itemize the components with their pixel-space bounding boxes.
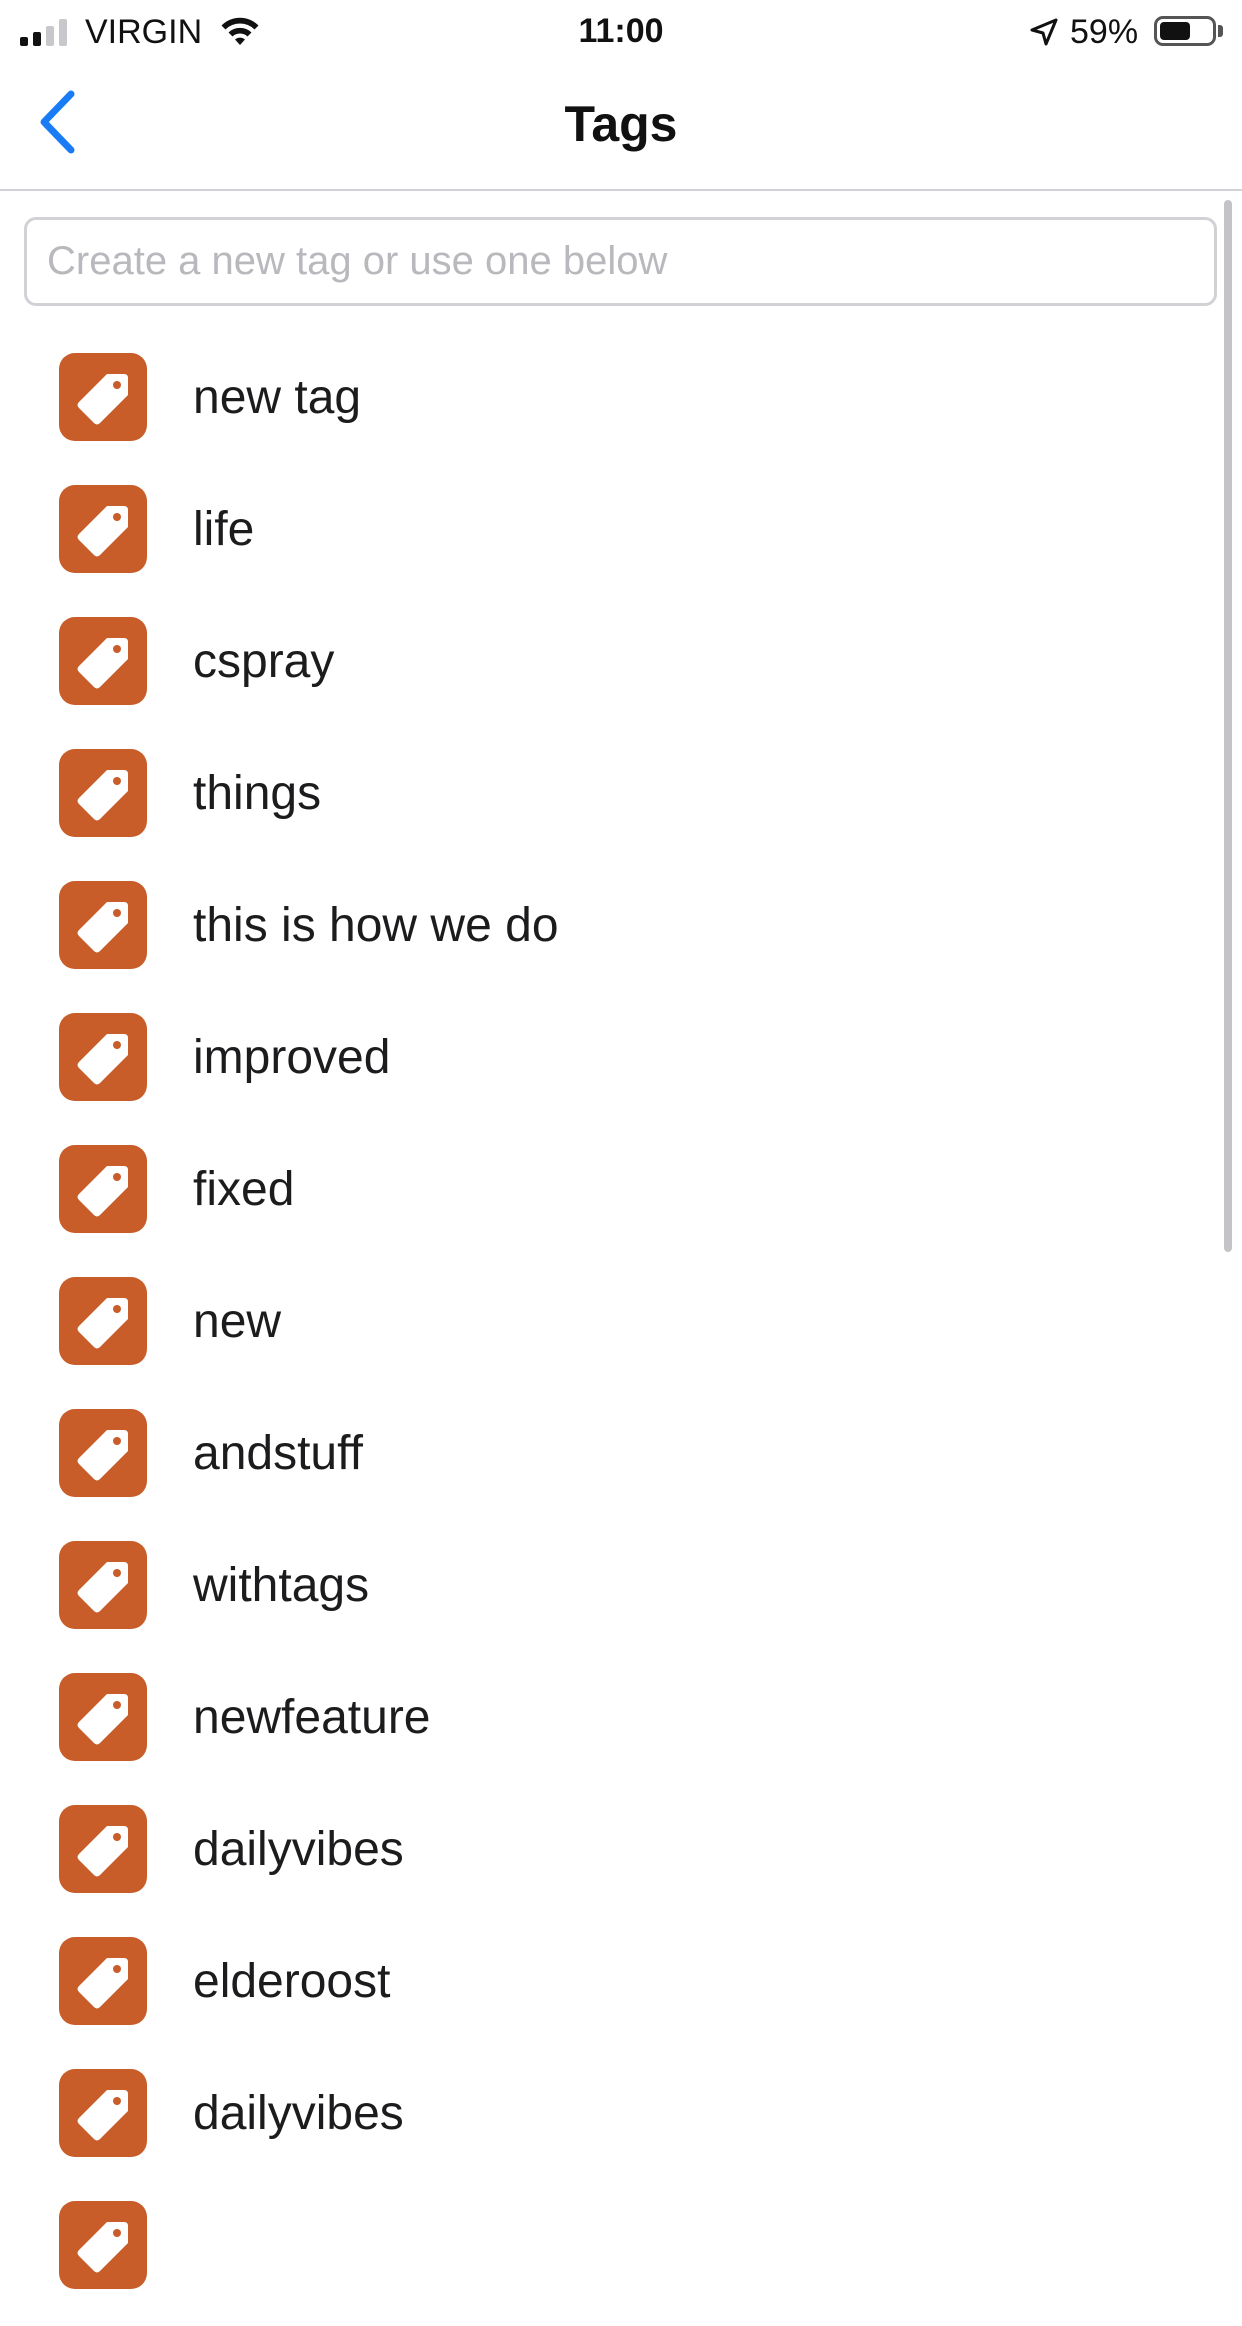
tag-list-item[interactable]: life xyxy=(0,478,1242,610)
tag-icon-badge xyxy=(59,749,147,837)
tag-list-item[interactable]: withtags xyxy=(0,1534,1242,1666)
battery-icon xyxy=(1154,16,1216,46)
tag-icon-badge xyxy=(59,1673,147,1761)
tag-list-item[interactable]: fixed xyxy=(0,1138,1242,1270)
tag-list-item[interactable]: this is how we do xyxy=(0,874,1242,1006)
tag-label: improved xyxy=(193,1031,391,1084)
tag-label: cspray xyxy=(193,635,335,688)
tag-icon xyxy=(77,1562,128,1613)
tag-list-item[interactable]: new tag xyxy=(0,346,1242,478)
tag-label: elderoost xyxy=(193,1955,391,2008)
tag-icon-badge xyxy=(59,2069,147,2157)
tag-list-item[interactable]: dailyvibes xyxy=(0,2062,1242,2194)
tag-list-item[interactable]: elderoost xyxy=(0,1930,1242,2062)
new-tag-input[interactable] xyxy=(24,217,1217,306)
tag-icon-badge xyxy=(59,485,147,573)
tag-icon xyxy=(77,1034,128,1085)
tag-list-item[interactable]: cspray xyxy=(0,610,1242,742)
tag-icon-badge xyxy=(59,1277,147,1365)
tag-label: andstuff xyxy=(193,1427,363,1480)
tag-label: newfeature xyxy=(193,1691,431,1744)
tag-icon xyxy=(77,770,128,821)
battery-nub xyxy=(1218,25,1223,37)
tag-icon-badge xyxy=(59,1013,147,1101)
tag-icon-badge xyxy=(59,1937,147,2025)
tag-label: new xyxy=(193,1295,282,1348)
tag-label: this is how we do xyxy=(193,899,559,952)
tag-list-item[interactable]: dailyvibes xyxy=(0,1798,1242,1930)
tag-list: new tag life cspray things this is how we do… xyxy=(0,346,1242,2326)
tag-icon-badge xyxy=(59,1145,147,1233)
tag-icon xyxy=(77,1298,128,1349)
tag-label: life xyxy=(193,503,255,556)
tag-label: dailyvibes xyxy=(193,2087,404,2140)
tag-label: things xyxy=(193,767,322,820)
status-bar: VIRGIN 11:00 59% xyxy=(0,0,1242,62)
tag-icon xyxy=(77,374,128,425)
tag-icon-badge xyxy=(59,353,147,441)
tag-label: fixed xyxy=(193,1163,295,1216)
tag-list-item[interactable]: things xyxy=(0,742,1242,874)
battery-percent: 59% xyxy=(1070,13,1139,51)
tag-list-item[interactable]: andstuff xyxy=(0,1402,1242,1534)
tag-icon xyxy=(77,902,128,953)
page-title: Tags xyxy=(564,96,678,152)
tag-icon xyxy=(77,1958,128,2009)
tag-label: withtags xyxy=(193,1559,370,1612)
tag-icon-badge xyxy=(59,881,147,969)
tag-label: new tag xyxy=(193,371,362,424)
scrollbar[interactable] xyxy=(1224,200,1232,1252)
tag-icon xyxy=(77,2222,128,2273)
tag-list-item[interactable]: new xyxy=(0,1270,1242,1402)
battery-level-fill xyxy=(1160,22,1190,40)
tag-list-item[interactable]: improved xyxy=(0,1006,1242,1138)
tag-icon xyxy=(77,1430,128,1481)
tag-icon xyxy=(77,1694,128,1745)
location-arrow-icon xyxy=(1030,18,1058,46)
tag-list-item[interactable]: newfeature xyxy=(0,1666,1242,1798)
tag-icon-badge xyxy=(59,1541,147,1629)
tag-icon xyxy=(77,506,128,557)
tag-label: dailyvibes xyxy=(193,1823,404,1876)
tag-icon-badge xyxy=(59,2201,147,2289)
tag-icon xyxy=(77,1166,128,1217)
tag-icon-badge xyxy=(59,1805,147,1893)
tag-icon-badge xyxy=(59,617,147,705)
tag-icon xyxy=(77,2090,128,2141)
tag-icon xyxy=(77,1826,128,1877)
tag-icon-badge xyxy=(59,1409,147,1497)
navigation-bar: Tags xyxy=(0,62,1242,191)
tag-list-item[interactable] xyxy=(0,2194,1242,2326)
tag-icon xyxy=(77,638,128,689)
